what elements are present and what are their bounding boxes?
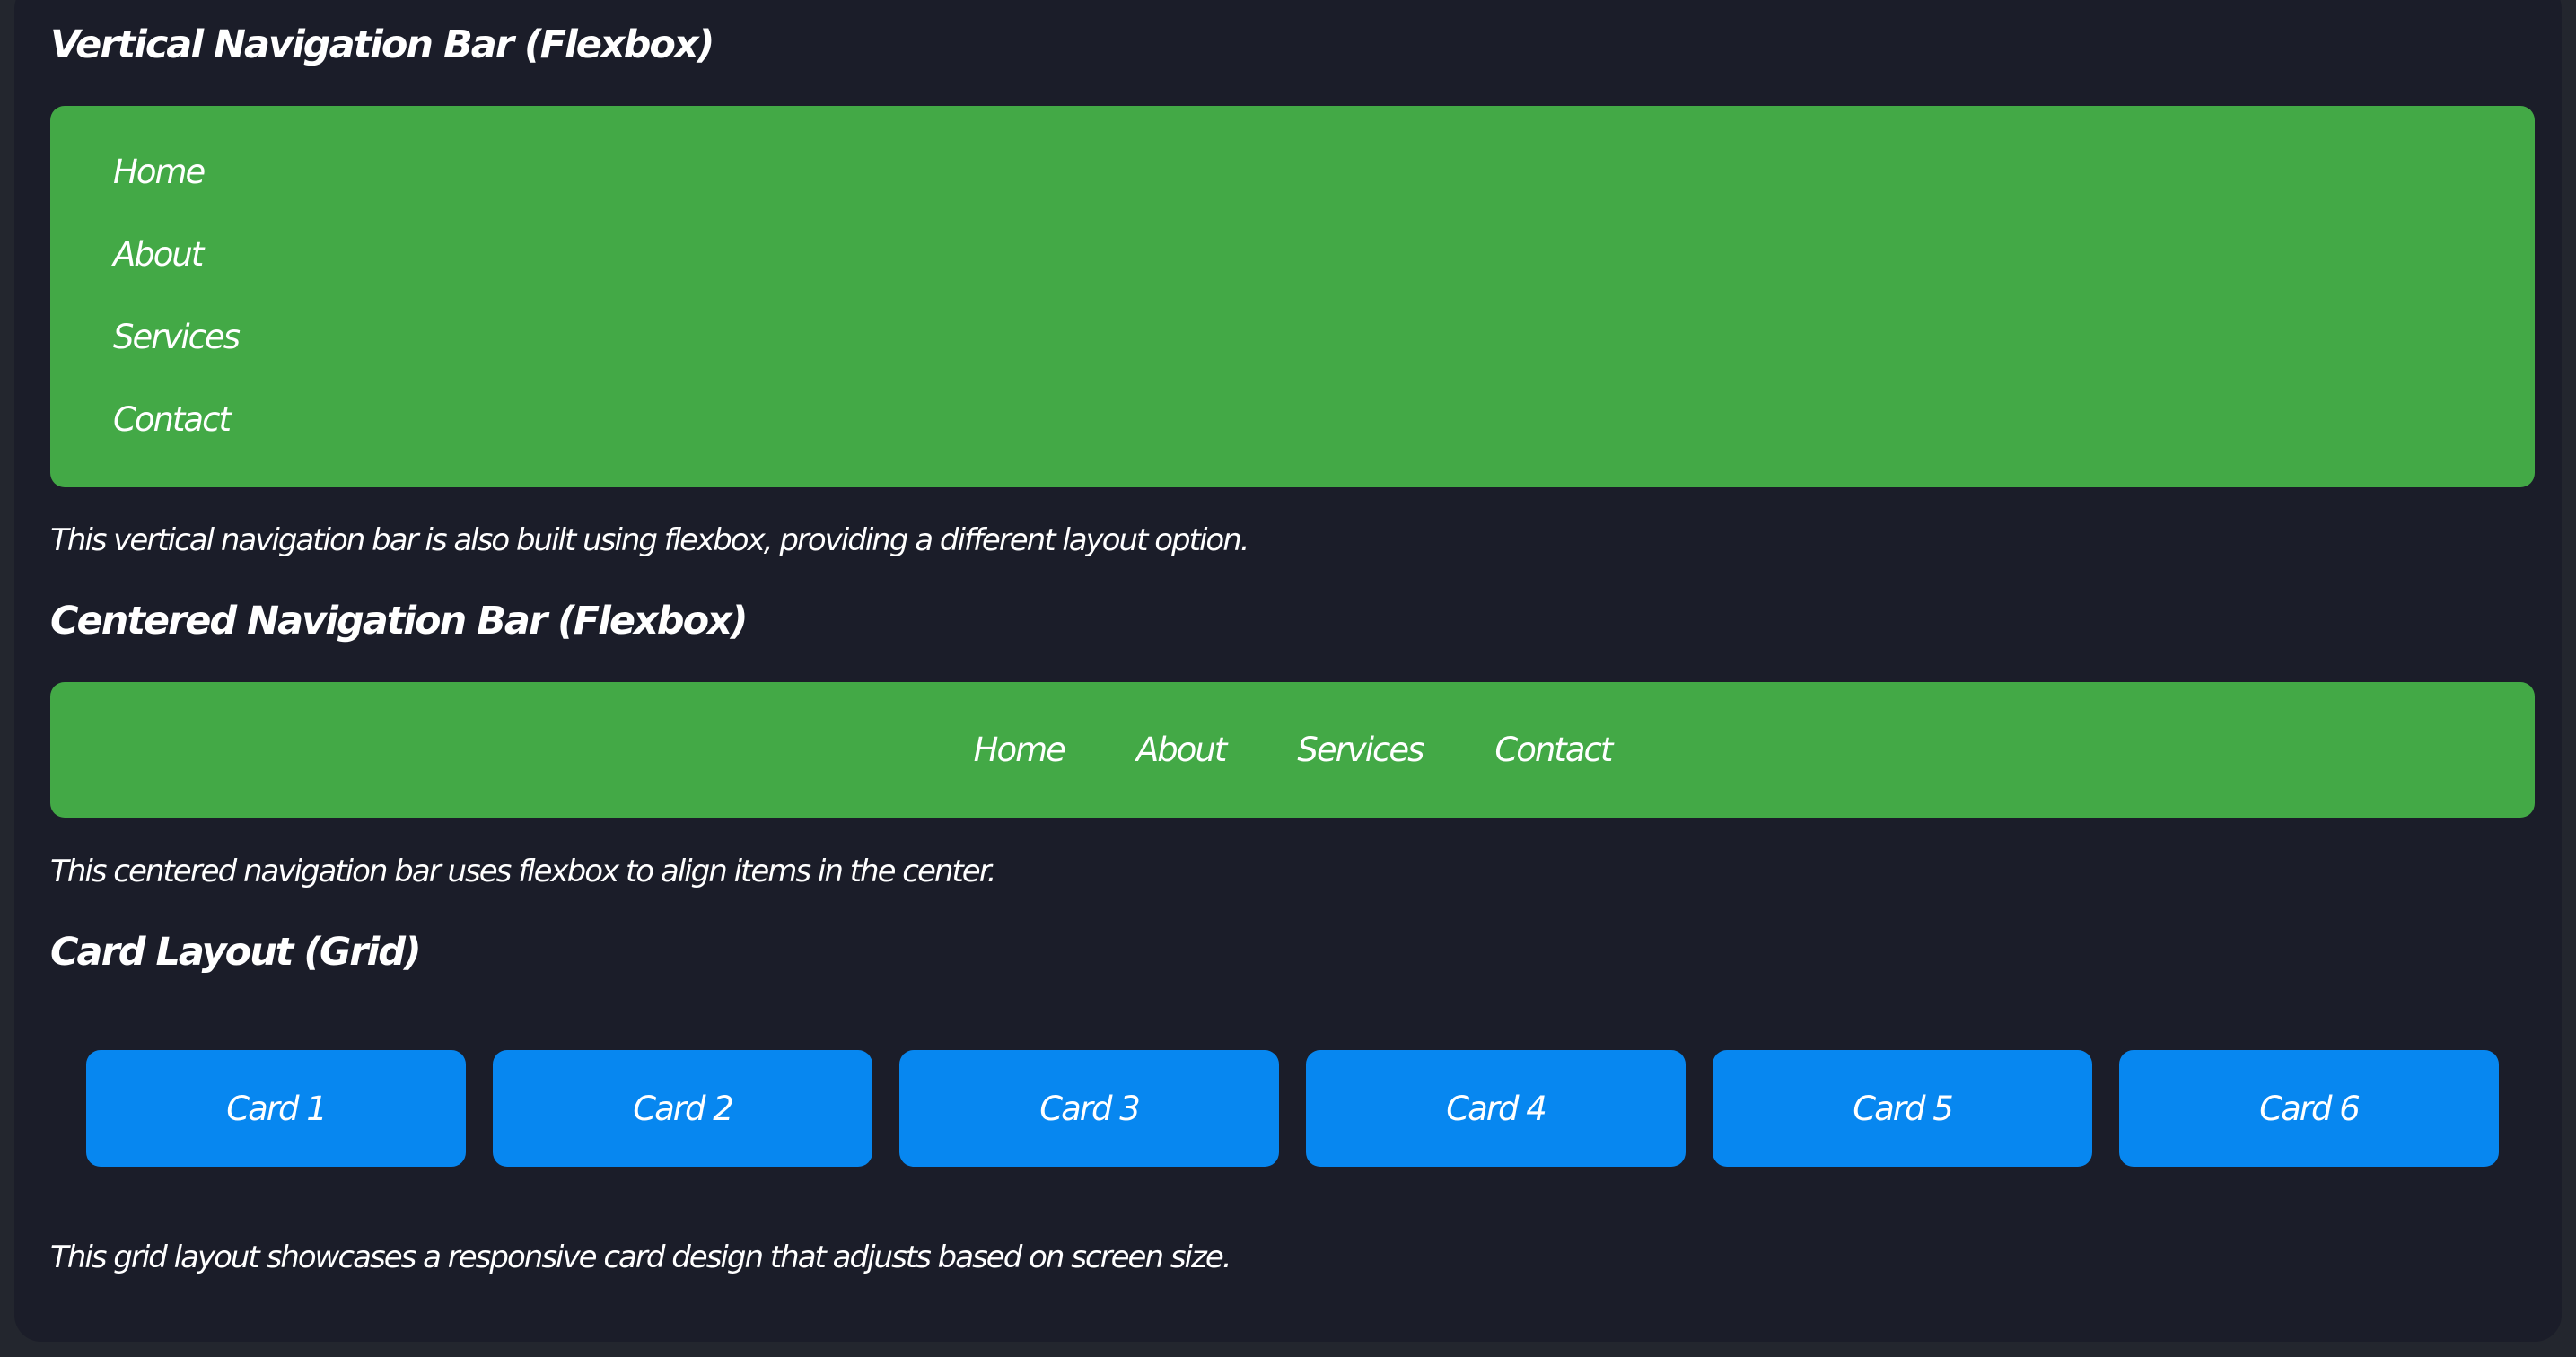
- centered-nav-description: This centered navigation bar uses flexbo…: [50, 854, 996, 889]
- vertical-nav-link-home[interactable]: Home: [113, 131, 2535, 214]
- card-layout-description: This grid layout showcases a responsive …: [50, 1239, 1232, 1275]
- card-1: Card 1: [86, 1050, 466, 1167]
- card-4: Card 4: [1306, 1050, 1686, 1167]
- card-5: Card 5: [1713, 1050, 2092, 1167]
- card-grid: Card 1 Card 2 Card 3 Card 4 Card 5 Card …: [86, 1050, 2499, 1167]
- vertical-nav-link-about[interactable]: About: [113, 214, 2535, 296]
- content-panel: Vertical Navigation Bar (Flexbox) Home A…: [14, 0, 2562, 1342]
- vertical-nav-heading: Vertical Navigation Bar (Flexbox): [50, 22, 714, 67]
- vertical-nav-link-services[interactable]: Services: [113, 296, 2535, 379]
- vertical-nav-description: This vertical navigation bar is also bui…: [50, 522, 1250, 558]
- card-3: Card 3: [899, 1050, 1279, 1167]
- centered-nav-link-contact[interactable]: Contact: [1494, 731, 1613, 769]
- centered-nav-link-services[interactable]: Services: [1297, 731, 1424, 769]
- centered-nav-heading: Centered Navigation Bar (Flexbox): [50, 599, 749, 643]
- centered-nav-link-about[interactable]: About: [1136, 731, 1227, 769]
- centered-nav-bar: Home About Services Contact: [50, 682, 2535, 818]
- card-layout-heading: Card Layout (Grid): [50, 930, 422, 975]
- card-2: Card 2: [493, 1050, 872, 1167]
- card-6: Card 6: [2119, 1050, 2499, 1167]
- centered-nav-link-home[interactable]: Home: [974, 731, 1066, 769]
- vertical-nav-link-contact[interactable]: Contact: [113, 379, 2535, 461]
- vertical-nav-bar: Home About Services Contact: [50, 106, 2535, 487]
